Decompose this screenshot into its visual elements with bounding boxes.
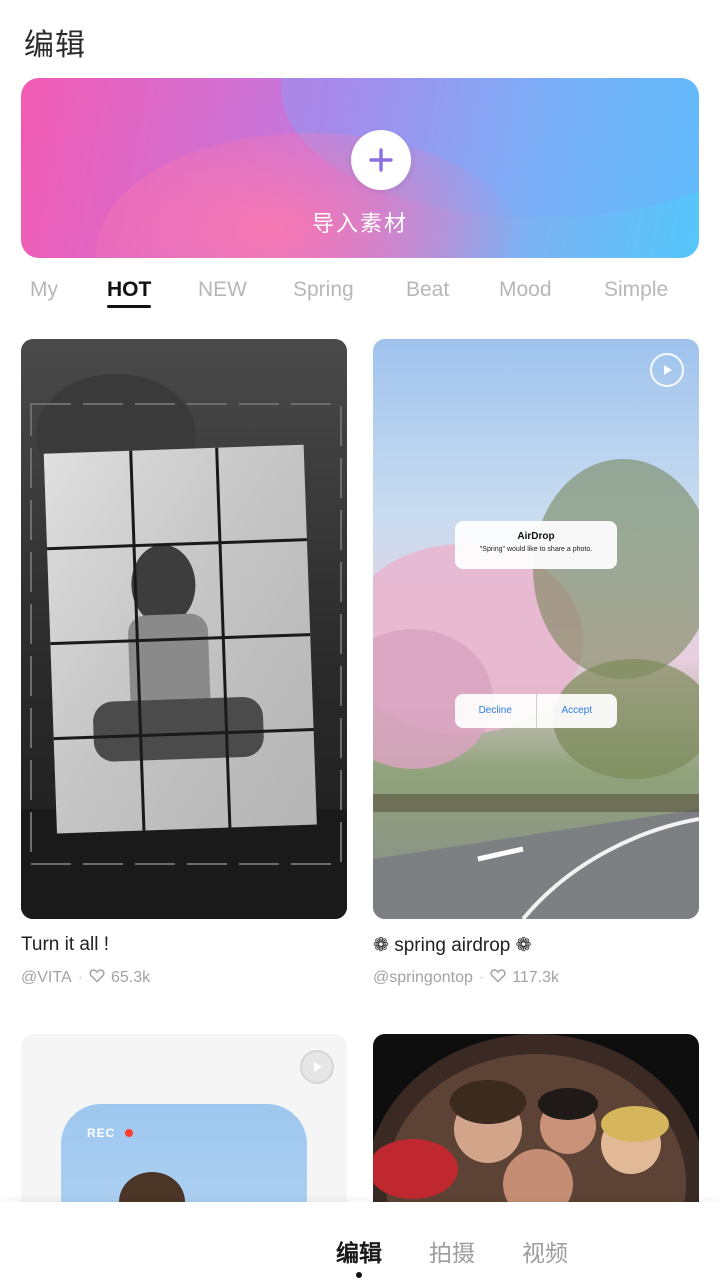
- bottom-navigation: 编辑 拍摄 视频: [0, 1202, 720, 1280]
- page-title: 编辑: [24, 28, 86, 63]
- author-name[interactable]: @VITA: [21, 969, 72, 987]
- active-indicator-dot: [356, 1272, 362, 1278]
- author-name[interactable]: @springontop: [373, 969, 473, 987]
- rec-label: REC: [87, 1126, 116, 1140]
- card-title[interactable]: ❁ spring airdrop ❁: [373, 934, 532, 957]
- separator-dot: ·: [478, 969, 485, 986]
- card-meta: @VITA · 65.3k: [21, 968, 150, 988]
- heart-icon: [89, 968, 105, 988]
- tab-spring[interactable]: Spring: [293, 278, 354, 302]
- separator-dot: ·: [77, 969, 83, 986]
- template-thumbnail-turn-it-all[interactable]: [21, 339, 347, 919]
- decline-button: Decline: [455, 694, 537, 728]
- card-meta: @springontop · 117.3k: [373, 968, 559, 988]
- grid-collage-image: [21, 374, 347, 919]
- airdrop-dialog: AirDrop "Spring" would like to share a p…: [455, 521, 617, 569]
- template-thumbnail-spring-airdrop[interactable]: AirDrop "Spring" would like to share a p…: [373, 339, 699, 919]
- nav-video[interactable]: 视频: [522, 1234, 568, 1268]
- play-icon[interactable]: [650, 353, 684, 387]
- tab-hot[interactable]: HOT: [107, 278, 152, 308]
- tab-beat[interactable]: Beat: [406, 278, 449, 302]
- import-media-banner[interactable]: 导入素材: [21, 78, 699, 258]
- tab-my[interactable]: My: [30, 278, 58, 302]
- play-icon[interactable]: [300, 1050, 334, 1084]
- tab-simple[interactable]: Simple: [604, 278, 668, 302]
- accept-button: Accept: [561, 705, 593, 716]
- add-icon[interactable]: [351, 130, 411, 190]
- import-media-label: 导入素材: [311, 212, 408, 237]
- heart-icon: [490, 968, 506, 988]
- airdrop-dialog-buttons: Decline Accept: [455, 694, 617, 728]
- airdrop-dialog-message: "Spring" would like to share a photo.: [479, 546, 593, 553]
- nav-edit[interactable]: 编辑: [336, 1234, 382, 1268]
- tab-mood[interactable]: Mood: [499, 278, 552, 302]
- nav-shoot[interactable]: 拍摄: [429, 1234, 475, 1268]
- category-tabs: My HOT NEW Spring Beat Mood Simple: [0, 278, 720, 310]
- like-count: 117.3k: [512, 969, 560, 986]
- record-dot-icon: [125, 1129, 133, 1137]
- like-count: 65.3k: [110, 969, 151, 986]
- card-title[interactable]: Turn it all !: [21, 934, 109, 956]
- airdrop-dialog-title: AirDrop: [517, 531, 555, 542]
- tab-new[interactable]: NEW: [198, 278, 247, 302]
- cherry-blossom-road-image: [373, 459, 699, 919]
